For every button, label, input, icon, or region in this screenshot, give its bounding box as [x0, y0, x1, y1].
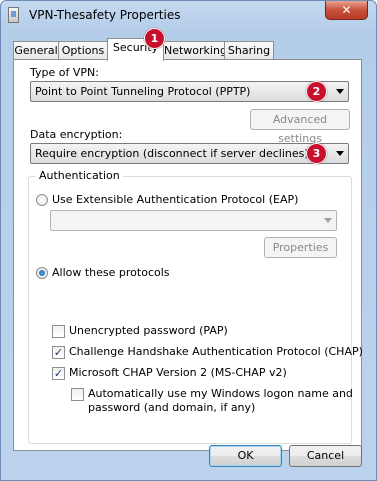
title-bar[interactable]: VPN-Thesafety Properties ✕	[1, 1, 376, 31]
window-title: VPN-Thesafety Properties	[29, 8, 181, 22]
authentication-group: Authentication Use Extensible Authentica…	[28, 169, 363, 444]
mschapv2-checkbox[interactable]: ✓	[52, 367, 65, 380]
ok-button[interactable]: OK	[209, 445, 282, 467]
authentication-group-title: Authentication	[36, 169, 123, 182]
auto-logon-label-line2: password (and domain, if any)	[88, 401, 256, 414]
chap-checkbox[interactable]: ✓	[52, 346, 65, 359]
data-encryption-label: Data encryption:	[30, 128, 123, 141]
tab-general[interactable]: General	[13, 41, 59, 60]
step-badge-3: 3	[306, 143, 327, 164]
close-icon: ✕	[341, 3, 352, 17]
vpn-type-select[interactable]: Point to Point Tunneling Protocol (PPTP)	[30, 81, 349, 102]
mschapv2-label: Microsoft CHAP Version 2 (MS-CHAP v2)	[69, 366, 287, 379]
chevron-down-icon	[336, 89, 344, 94]
advanced-settings-button[interactable]: Advanced settings	[250, 109, 350, 145]
properties-window: VPN-Thesafety Properties ✕ General Optio…	[0, 0, 377, 481]
allow-protocols-radio[interactable]	[36, 267, 48, 279]
pap-checkbox[interactable]	[52, 325, 65, 338]
data-encryption-value: Require encryption (disconnect if server…	[35, 147, 309, 160]
eap-label: Use Extensible Authentication Protocol (…	[52, 193, 299, 206]
security-panel: Type of VPN: Point to Point Tunneling Pr…	[13, 59, 363, 451]
chap-label: Challenge Handshake Authentication Proto…	[69, 345, 363, 358]
chevron-down-icon	[324, 218, 332, 223]
connection-document-icon	[8, 7, 19, 23]
vpn-type-value: Point to Point Tunneling Protocol (PPTP)	[35, 85, 251, 98]
tab-networking[interactable]: Networking	[163, 41, 227, 60]
tab-sharing[interactable]: Sharing	[224, 41, 274, 60]
dialog-content: General Options Security Networking Shar…	[10, 28, 369, 472]
pap-label: Unencrypted password (PAP)	[69, 324, 228, 337]
tab-options[interactable]: Options	[58, 41, 108, 60]
chevron-down-icon	[336, 151, 344, 156]
auto-logon-checkbox[interactable]	[71, 388, 84, 401]
allow-protocols-label: Allow these protocols	[52, 266, 170, 279]
vpn-type-label: Type of VPN:	[30, 66, 99, 79]
close-button[interactable]: ✕	[325, 1, 368, 20]
auto-logon-label-line1: Automatically use my Windows logon name …	[88, 387, 353, 400]
step-badge-2: 2	[306, 81, 327, 102]
eap-properties-button[interactable]: Properties	[264, 237, 337, 258]
tab-strip: General Options Security Networking Shar…	[13, 38, 363, 61]
step-badge-1: 1	[144, 28, 165, 49]
eap-method-select[interactable]	[50, 210, 337, 231]
data-encryption-select[interactable]: Require encryption (disconnect if server…	[30, 143, 349, 164]
eap-radio[interactable]	[36, 194, 48, 206]
cancel-button[interactable]: Cancel	[289, 445, 362, 467]
